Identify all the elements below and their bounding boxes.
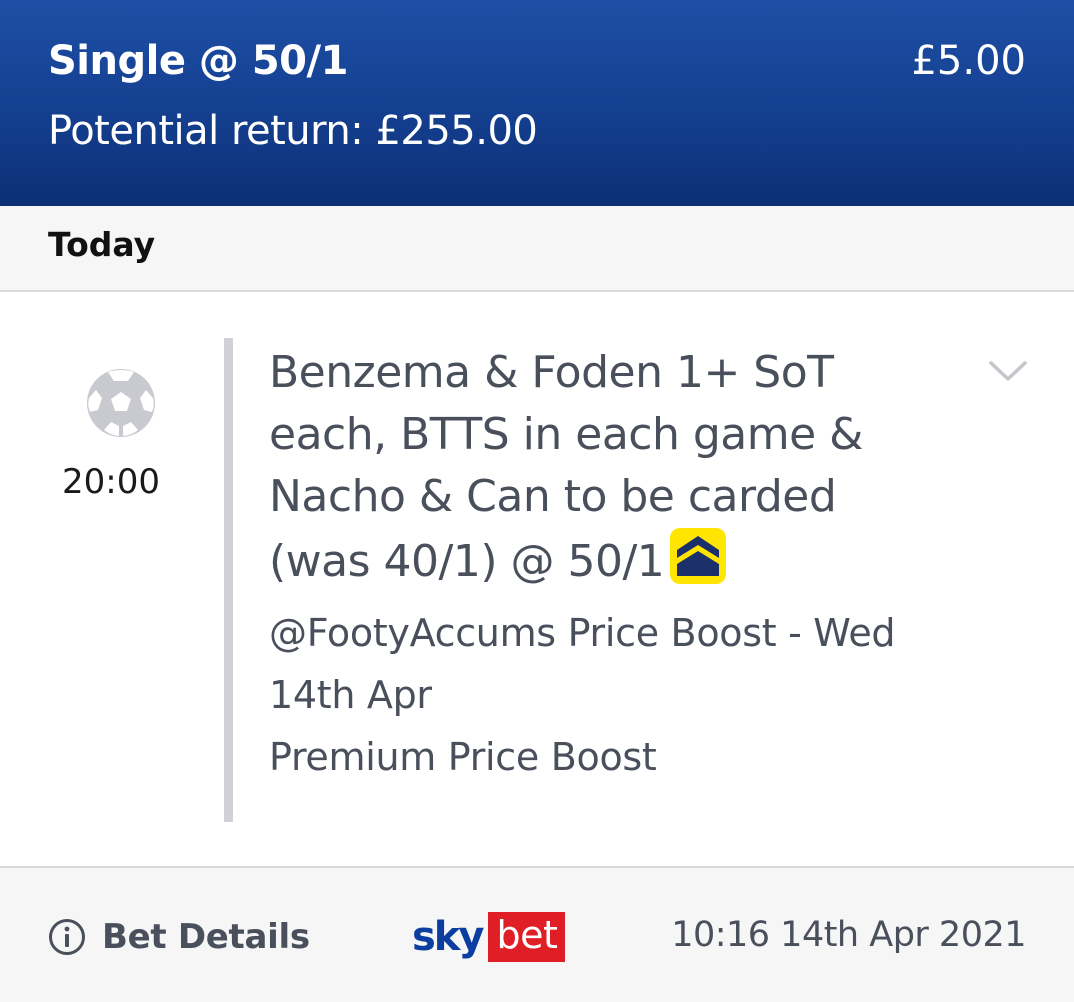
- market-description: @FootyAccums Price Boost - Wed 14th Apr …: [269, 602, 959, 788]
- selection-divider: [224, 338, 233, 822]
- logo-bet-text: bet: [488, 912, 566, 962]
- selection-label: Benzema & Foden 1+ SoT each, BTTS in eac…: [269, 347, 863, 587]
- market-line: @FootyAccums Price Boost - Wed: [269, 611, 896, 655]
- market-line: Premium Price Boost: [269, 735, 657, 779]
- selection-text: Benzema & Foden 1+ SoT each, BTTS in eac…: [269, 342, 949, 593]
- stake-amount: £5.00: [911, 38, 1026, 84]
- date-group-label: Today: [48, 225, 156, 264]
- bet-summary-header: Single @ 50/1 £5.00 Potential return: £2…: [0, 0, 1074, 206]
- event-time: 20:00: [62, 462, 160, 502]
- logo-sky-text: sky: [412, 914, 484, 960]
- football-icon: [87, 369, 155, 437]
- market-line: 14th Apr: [269, 673, 432, 717]
- bet-placed-timestamp: 10:16 14th Apr 2021: [671, 915, 1026, 955]
- bet-type-label: Single @ 50/1: [48, 38, 348, 84]
- date-group-header: [0, 206, 1074, 292]
- bet-details-label: Bet Details: [102, 917, 310, 957]
- info-icon: [49, 919, 85, 955]
- chevron-down-icon[interactable]: [988, 358, 1028, 384]
- potential-return: Potential return: £255.00: [48, 108, 538, 154]
- price-boost-icon: [670, 528, 727, 584]
- bet-details-button[interactable]: Bet Details: [48, 915, 310, 959]
- skybet-logo: sky bet: [412, 912, 566, 962]
